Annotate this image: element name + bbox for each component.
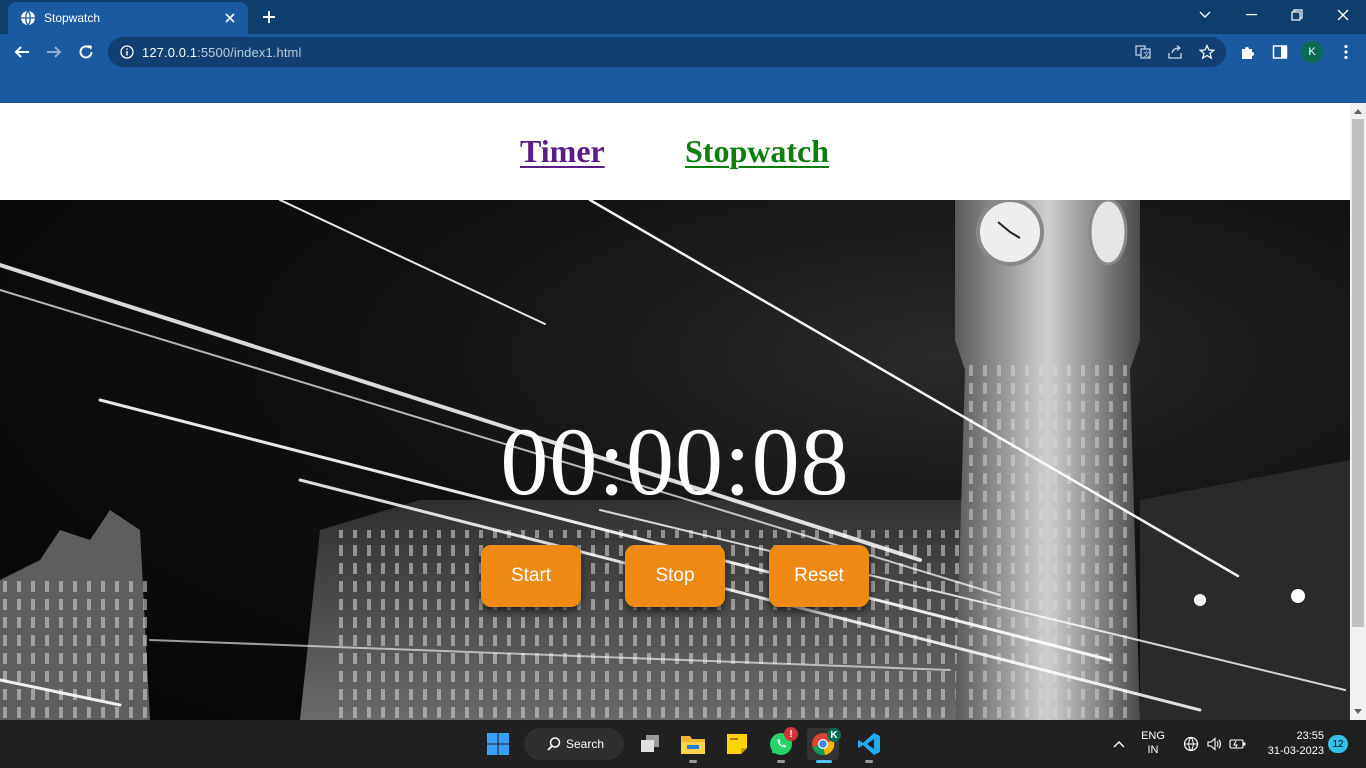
battery-icon[interactable]	[1229, 735, 1247, 753]
globe-icon	[20, 10, 36, 26]
nav-link-stopwatch[interactable]: Stopwatch	[685, 133, 829, 170]
tab-title: Stopwatch	[44, 11, 101, 25]
bookmark-star-icon[interactable]	[1198, 43, 1216, 61]
scrollbar-thumb[interactable]	[1352, 119, 1364, 627]
close-window-button[interactable]	[1320, 0, 1366, 30]
taskbar-search-button[interactable]: Search	[524, 728, 624, 760]
search-icon	[546, 736, 562, 752]
profile-avatar[interactable]: K	[1301, 41, 1323, 63]
back-button[interactable]	[10, 40, 34, 64]
svg-text:文: 文	[1143, 50, 1150, 59]
tab-search-chevron-icon[interactable]	[1182, 0, 1228, 30]
url-path: :5500/index1.html	[197, 44, 302, 60]
system-clock[interactable]: 23:55 31-03-2023	[1258, 729, 1324, 759]
forward-button[interactable]	[42, 40, 66, 64]
browser-toolbar: 127.0.0.1:5500/index1.html 文 K	[0, 34, 1366, 70]
minimize-button[interactable]	[1228, 0, 1274, 30]
scroll-down-arrow-icon[interactable]	[1350, 704, 1366, 720]
stopwatch-time-display: 00:00:08	[500, 408, 850, 515]
hero-background-photo: 00:00:08 Start Stop Reset	[0, 200, 1350, 720]
reload-button[interactable]	[74, 40, 98, 64]
sticky-notes-icon[interactable]	[721, 728, 753, 760]
translate-icon[interactable]: 文	[1134, 43, 1152, 61]
language-code: ENG	[1141, 730, 1165, 742]
vscode-icon[interactable]	[853, 728, 885, 760]
chevron-up-icon[interactable]	[1110, 735, 1128, 753]
url-host: 127.0.0.1	[142, 44, 198, 60]
stop-button[interactable]: Stop	[625, 545, 725, 607]
file-explorer-icon[interactable]	[677, 728, 709, 760]
address-bar[interactable]: 127.0.0.1:5500/index1.html 文	[108, 37, 1226, 67]
reset-button[interactable]: Reset	[769, 545, 869, 607]
language-indicator[interactable]: ENG IN	[1138, 729, 1168, 757]
scroll-up-arrow-icon[interactable]	[1350, 103, 1366, 119]
share-icon[interactable]	[1166, 43, 1184, 61]
whatsapp-notification-badge: !	[784, 727, 798, 741]
start-button[interactable]: Start	[481, 545, 581, 607]
taskbar-search-label: Search	[566, 737, 605, 751]
extensions-puzzle-icon[interactable]	[1238, 42, 1258, 62]
browser-tab-active[interactable]: Stopwatch	[8, 2, 248, 34]
active-app-indicator	[816, 760, 832, 763]
new-tab-button[interactable]	[258, 6, 280, 28]
browser-tab-strip: Stopwatch	[0, 0, 1366, 34]
network-globe-icon[interactable]	[1182, 735, 1200, 753]
windows-taskbar: Search ! K ENG IN 23:55 31-03-2023 12	[0, 720, 1366, 768]
url-text: 127.0.0.1:5500/index1.html	[142, 45, 301, 60]
site-info-icon[interactable]	[118, 43, 136, 61]
page-scrollbar[interactable]	[1350, 103, 1366, 720]
clock-date: 31-03-2023	[1267, 745, 1324, 757]
kebab-menu-icon[interactable]	[1336, 42, 1356, 62]
windows-start-icon[interactable]	[482, 728, 514, 760]
task-view-icon[interactable]	[634, 728, 666, 760]
chrome-profile-badge: K	[827, 728, 841, 742]
running-indicator	[865, 760, 873, 763]
browser-frame-band	[0, 70, 1366, 103]
top-nav: Timer Stopwatch	[0, 103, 1350, 200]
restore-button[interactable]	[1274, 0, 1320, 30]
running-indicator	[777, 760, 785, 763]
region-code: IN	[1147, 744, 1159, 756]
clock-time: 23:55	[1296, 730, 1324, 742]
notification-count-badge[interactable]: 12	[1328, 735, 1348, 753]
side-panel-icon[interactable]	[1270, 42, 1290, 62]
page-viewport: Timer Stopwatch 00:00:08 Start Stop Rese…	[0, 103, 1350, 720]
running-indicator	[689, 760, 697, 763]
close-icon[interactable]	[222, 10, 238, 26]
volume-icon[interactable]	[1205, 735, 1223, 753]
nav-link-timer[interactable]: Timer	[520, 133, 605, 170]
